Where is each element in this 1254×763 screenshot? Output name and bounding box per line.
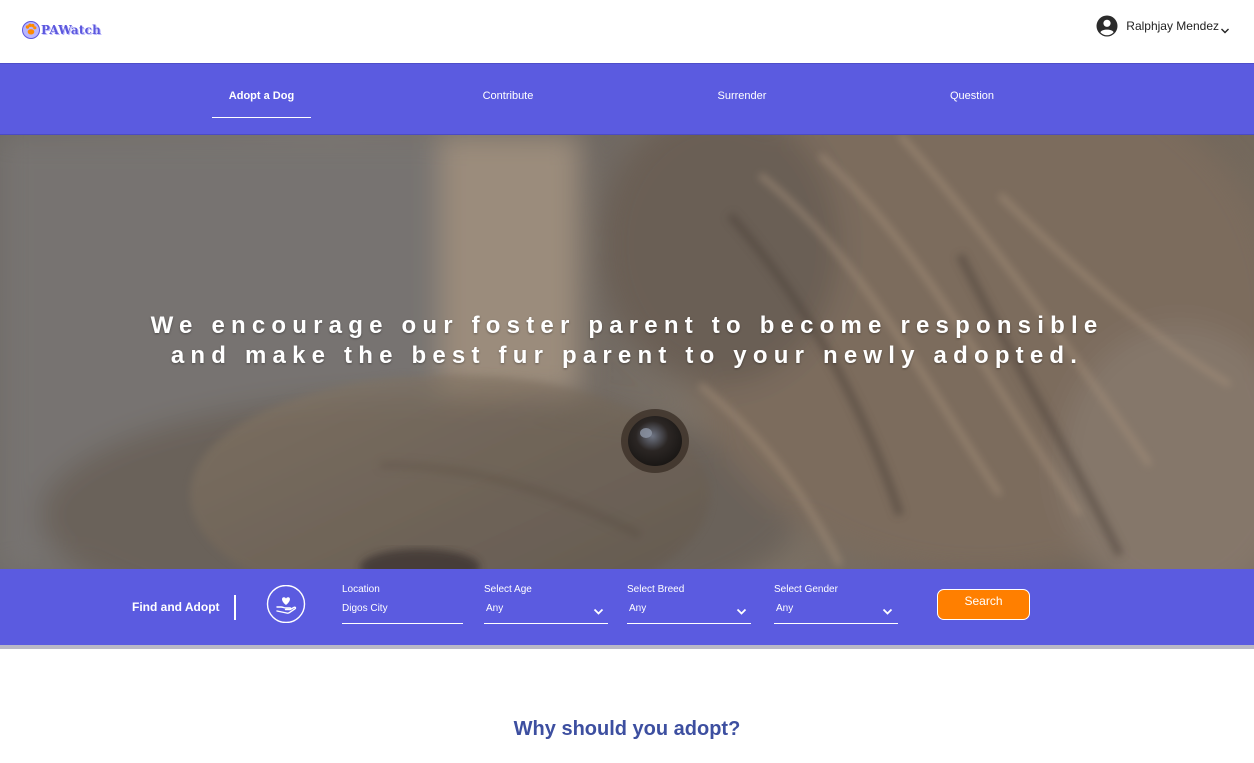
age-label: Select Age (484, 584, 532, 595)
gender-underline (774, 623, 898, 624)
chevron-down-icon (736, 604, 747, 615)
age-select[interactable]: Select Age Any (484, 584, 608, 624)
find-and-adopt-label: Find and Adopt (132, 600, 220, 614)
chevron-down-icon (1220, 23, 1230, 33)
age-underline (484, 623, 608, 624)
chevron-down-icon (882, 604, 893, 615)
search-divider (234, 595, 236, 620)
location-field[interactable]: Location Digos City (342, 584, 463, 624)
user-menu[interactable]: Ralphjay Mendez (1096, 15, 1230, 37)
breed-value: Any (629, 603, 647, 614)
nav-contribute[interactable]: Contribute (468, 90, 548, 102)
nav-question[interactable]: Question (932, 90, 1012, 102)
brand-logo[interactable]: PAWatch (22, 19, 101, 41)
breed-label: Select Breed (627, 584, 685, 595)
hero-tagline-line-1: We encourage our foster parent to become… (150, 312, 1104, 339)
search-bar-shadow (0, 645, 1254, 649)
chevron-down-icon (593, 604, 604, 615)
hand-heart-icon (266, 584, 306, 624)
paw-logo-icon (22, 21, 40, 39)
top-header: PAWatch Ralphjay Mendez (0, 0, 1254, 63)
search-button[interactable]: Search (937, 589, 1030, 620)
adopt-search-bar: Find and Adopt Location Digos City Selec… (0, 569, 1254, 645)
active-nav-indicator (212, 117, 311, 118)
user-name: Ralphjay Mendez (1126, 19, 1219, 33)
gender-label: Select Gender (774, 584, 838, 595)
nav-adopt-a-dog[interactable]: Adopt a Dog (212, 90, 311, 102)
age-value: Any (486, 603, 504, 614)
logo-text: PAWatch (41, 23, 102, 37)
gender-select[interactable]: Select Gender Any (774, 584, 898, 624)
gender-value: Any (776, 603, 794, 614)
hero-tagline-line-2: and make the best fur parent to your new… (170, 342, 1084, 369)
location-label: Location (342, 584, 380, 595)
hero-banner: We encourage our foster parent to become… (0, 135, 1254, 569)
hero-tagline: We encourage our foster parent to become… (0, 311, 1254, 371)
user-avatar-icon (1096, 15, 1118, 37)
location-input[interactable]: Digos City (342, 603, 388, 614)
why-adopt-heading: Why should you adopt? (513, 718, 741, 740)
main-nav: Adopt a Dog Contribute Surrender Questio… (0, 63, 1254, 135)
location-underline (342, 623, 463, 624)
breed-underline (627, 623, 751, 624)
breed-select[interactable]: Select Breed Any (627, 584, 751, 624)
nav-surrender[interactable]: Surrender (702, 90, 782, 102)
